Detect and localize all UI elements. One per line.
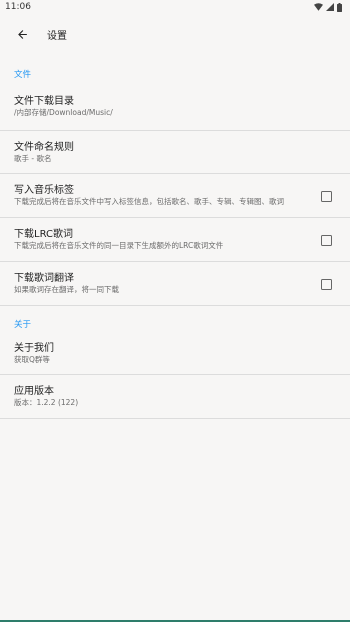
status-bar: 11:06 [0, 0, 350, 14]
pref-title: 写入音乐标签 [14, 185, 74, 196]
signal-icon [326, 3, 334, 11]
arrow-back-icon [17, 29, 27, 39]
download-translation-checkbox[interactable] [321, 278, 332, 290]
pref-summary: 下载完成后将在音乐文件中写入标签信息，包括歌名、歌手、专辑、专辑图、歌词 [14, 197, 284, 206]
write-tags-checkbox[interactable] [321, 190, 332, 202]
pref-title: 下载歌词翻译 [14, 273, 74, 284]
settings-list: 文件 文件下载目录 /内部存储/Download/Music/ 文件命名规则 歌… [0, 56, 350, 419]
wifi-icon [314, 3, 323, 11]
pref-app-version[interactable]: 应用版本 版本：1.2.2 (122) [0, 375, 350, 419]
pref-title: 文件命名规则 [14, 141, 74, 153]
pref-summary: /内部存储/Download/Music/ [14, 107, 113, 117]
back-button[interactable] [12, 24, 32, 44]
pref-naming-rule[interactable]: 文件命名规则 歌手 - 歌名 [0, 131, 350, 174]
pref-download-translation[interactable]: 下载歌词翻译 如果歌词存在翻译，将一同下载 [0, 262, 350, 306]
battery-icon [337, 2, 342, 12]
pref-title: 应用版本 [14, 386, 54, 397]
pref-download-lrc[interactable]: 下载LRC歌词 下载完成后将在音乐文件的同一目录下生成额外的LRC歌词文件 [0, 218, 350, 262]
download-lrc-checkbox[interactable] [321, 234, 332, 246]
pref-title: 文件下载目录 [14, 95, 74, 107]
pref-summary: 版本：1.2.2 (122) [14, 398, 79, 407]
pref-summary: 获取Q群等 [14, 354, 50, 364]
section-header-file: 文件 [14, 70, 32, 80]
pref-summary: 下载完成后将在音乐文件的同一目录下生成额外的LRC歌词文件 [14, 241, 224, 250]
pref-about-us[interactable]: 关于我们 获取Q群等 [0, 332, 350, 375]
pref-title: 关于我们 [14, 342, 54, 354]
app-bar: 设置 [0, 14, 350, 54]
pref-write-tags[interactable]: 写入音乐标签 下载完成后将在音乐文件中写入标签信息，包括歌名、歌手、专辑、专辑图… [0, 174, 350, 218]
page-title: 设置 [47, 30, 67, 42]
section-header-about: 关于 [14, 320, 32, 330]
status-icons [314, 2, 342, 12]
status-time: 11:06 [5, 2, 31, 12]
pref-summary: 歌手 - 歌名 [14, 153, 52, 163]
pref-title: 下载LRC歌词 [14, 229, 74, 240]
pref-download-dir[interactable]: 文件下载目录 /内部存储/Download/Music/ [0, 82, 350, 131]
pref-summary: 如果歌词存在翻译，将一同下载 [14, 285, 119, 294]
